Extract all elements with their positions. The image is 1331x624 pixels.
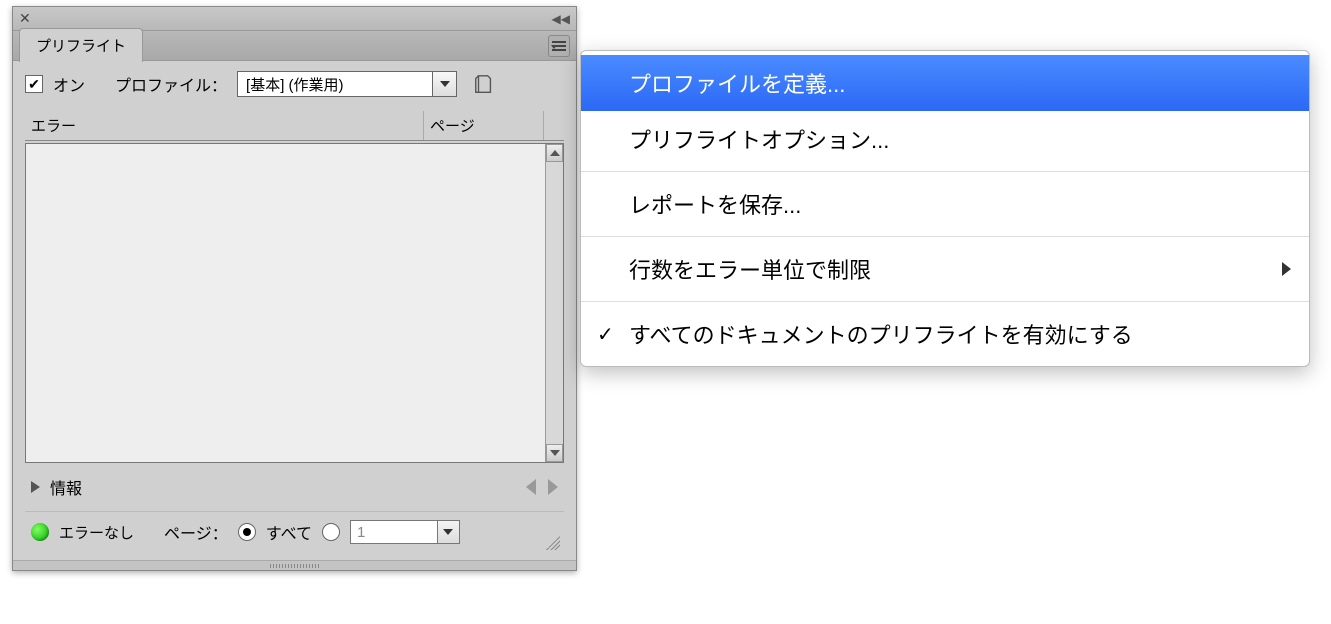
menu-item[interactable]: プロファイルを定義... — [581, 55, 1309, 111]
next-error-button[interactable] — [548, 479, 558, 495]
profile-label: プロファイル： — [115, 72, 227, 96]
tab-label: プリフライト — [36, 38, 126, 55]
menu-item[interactable]: 行数をエラー単位で制限 — [581, 241, 1309, 297]
status-row: エラーなし ページ： すべて 1 — [25, 511, 564, 554]
chevron-down-icon — [443, 529, 453, 535]
menu-item[interactable]: レポートを保存... — [581, 176, 1309, 232]
resize-grip-icon[interactable] — [546, 536, 560, 550]
panel-body: ✔ オン プロファイル： [基本] (作業用) エラー ページ — [13, 61, 576, 560]
chevron-down-icon — [440, 81, 450, 87]
menu-separator — [581, 171, 1309, 172]
scrollbar[interactable] — [545, 144, 563, 462]
on-label: オン — [53, 72, 85, 96]
radio-range[interactable] — [322, 523, 340, 541]
page-label: ページ： — [164, 520, 228, 544]
profile-dropdown[interactable]: [基本] (作業用) — [237, 71, 457, 97]
info-label: 情報 — [50, 475, 82, 499]
radio-all[interactable] — [238, 523, 256, 541]
menu-item-label: プロファイルを定義... — [629, 67, 845, 99]
submenu-arrow-icon — [1282, 262, 1291, 276]
scroll-up-button[interactable] — [546, 144, 563, 162]
scroll-down-button[interactable] — [546, 444, 563, 462]
flyout-menu-button[interactable] — [548, 35, 570, 57]
tab-preflight[interactable]: プリフライト — [19, 28, 143, 62]
chevron-down-icon — [550, 450, 560, 456]
menu-item[interactable]: ✓ すべてのドキュメントのプリフライトを有効にする — [581, 306, 1309, 362]
preflight-panel: ✕ ◀◀ プリフライト ✔ オン プロファイル： [基本] (作業用) エラー … — [12, 6, 577, 571]
disclosure-triangle-icon[interactable] — [31, 481, 40, 493]
error-table-header: エラー ページ — [25, 111, 564, 141]
menu-item-label: すべてのドキュメントのプリフライトを有効にする — [629, 318, 1133, 350]
radio-all-label: すべて — [266, 520, 312, 544]
menu-separator — [581, 236, 1309, 237]
page-range-dropdown[interactable]: 1 — [350, 520, 460, 544]
menu-icon — [551, 45, 557, 49]
menu-item-label: プリフライトオプション... — [629, 123, 889, 155]
info-row: 情報 — [25, 463, 564, 511]
col-page: ページ — [424, 111, 544, 140]
flyout-menu: プロファイルを定義... プリフライトオプション... レポートを保存... 行数をエ… — [580, 50, 1310, 367]
menu-item-label: 行数をエラー単位で制限 — [629, 253, 871, 285]
chevron-up-icon — [550, 150, 560, 156]
check-icon: ✓ — [597, 322, 614, 347]
page-range-value: 1 — [351, 524, 437, 541]
col-error: エラー — [25, 111, 424, 140]
panel-tab-strip: プリフライト — [13, 31, 576, 61]
check-icon: ✔ — [28, 77, 40, 91]
on-checkbox[interactable]: ✔ — [25, 75, 43, 93]
prev-error-button[interactable] — [526, 479, 536, 495]
menu-item[interactable]: プリフライトオプション... — [581, 111, 1309, 167]
collapse-icon[interactable]: ◀◀ — [552, 12, 570, 26]
panel-drag-handle[interactable] — [13, 560, 576, 570]
status-led-icon — [31, 523, 49, 541]
profile-value: [基本] (作業用) — [238, 74, 432, 95]
error-list[interactable] — [25, 143, 564, 463]
embed-profile-icon[interactable] — [473, 73, 495, 95]
menu-separator — [581, 301, 1309, 302]
dropdown-arrow — [432, 72, 456, 96]
status-text: エラーなし — [59, 522, 134, 543]
menu-item-label: レポートを保存... — [629, 188, 801, 220]
close-icon[interactable]: ✕ — [19, 10, 31, 27]
